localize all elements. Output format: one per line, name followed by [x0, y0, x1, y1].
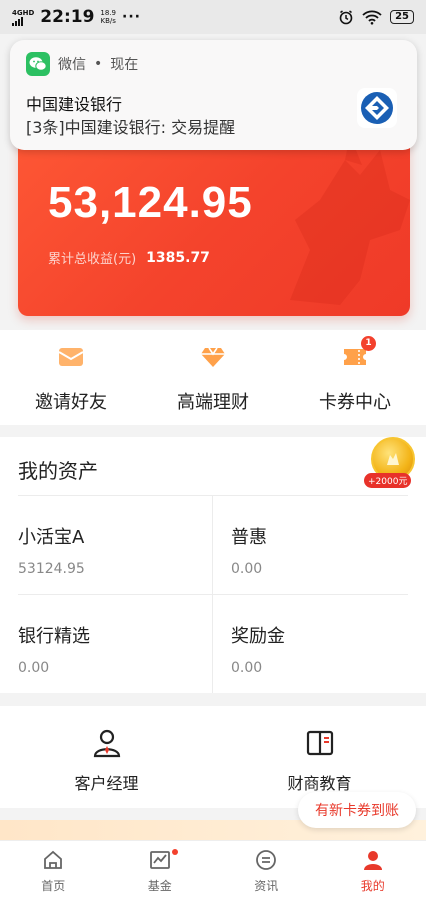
invite-friends-button[interactable]: 邀请好友	[0, 344, 142, 414]
account-manager-label: 客户经理	[74, 774, 139, 793]
asset-reward-fund[interactable]: 奖励金 0.00	[231, 622, 421, 676]
tab-profile[interactable]: 我的	[320, 841, 426, 900]
bottom-tab-bar: 首页 基金 资讯 我的	[0, 840, 426, 900]
divider	[18, 495, 408, 496]
chart-icon	[149, 851, 170, 869]
new-coupon-tooltip[interactable]: 有新卡券到账	[298, 792, 416, 828]
asset-name: 普惠	[231, 527, 267, 548]
network-speed: 18.9 KB/s	[100, 9, 116, 25]
asset-name: 小活宝A	[18, 527, 85, 548]
tab-news[interactable]: 资讯	[213, 841, 320, 900]
tab-news-label: 资讯	[254, 879, 279, 893]
asset-puhui[interactable]: 普惠 0.00	[231, 523, 421, 577]
envelope-icon	[58, 344, 84, 370]
coupon-center-label: 卡券中心	[319, 392, 391, 413]
asset-xiaohuobao[interactable]: 小活宝A 53124.95	[18, 523, 208, 577]
tab-fund-label: 基金	[147, 879, 172, 893]
notification-body: [3条]中国建设银行: 交易提醒	[26, 118, 236, 137]
asset-value: 53124.95	[18, 561, 85, 577]
page: 4GHD 22:19 18.9 KB/s ··· 25 53,124.95 累计…	[0, 0, 426, 900]
tab-home-label: 首页	[41, 879, 66, 893]
wifi-icon	[362, 10, 382, 25]
manager-icon	[93, 729, 120, 758]
status-left: 4GHD 22:19 18.9 KB/s ···	[12, 7, 141, 27]
signal-icon	[12, 16, 23, 26]
reward-coin-button[interactable]: +2000元	[364, 437, 418, 489]
wechat-notification[interactable]: 微信 • 现在 中国建设银行 [3条]中国建设银行: 交易提醒	[10, 40, 417, 150]
divider	[18, 594, 408, 595]
mascot-watermark-icon	[290, 135, 410, 305]
coupon-icon: 1	[342, 336, 376, 370]
clock: 22:19	[40, 7, 95, 27]
wechat-icon	[26, 52, 50, 76]
asset-name: 奖励金	[231, 626, 285, 647]
coin-reward-tag: +2000元	[364, 473, 412, 488]
premium-wealth-label: 高端理财	[177, 392, 249, 413]
asset-value: 0.00	[18, 660, 50, 676]
book-icon	[306, 730, 333, 756]
coupon-center-button[interactable]: 1 卡券中心	[284, 336, 426, 414]
assets-title: 我的资产	[18, 459, 98, 483]
notification-app-name: 微信	[58, 57, 86, 73]
financial-education-button[interactable]: 财商教育	[213, 728, 426, 794]
tab-profile-label: 我的	[360, 879, 385, 893]
battery-indicator: 25	[390, 10, 414, 24]
invite-friends-label: 邀请好友	[35, 392, 107, 413]
notification-separator: •	[94, 56, 103, 72]
tab-fund[interactable]: 基金	[107, 841, 214, 900]
speed-unit: KB/s	[100, 17, 116, 25]
speed-value: 18.9	[100, 9, 117, 17]
alarm-icon	[339, 10, 353, 25]
home-icon	[44, 850, 63, 869]
financial-education-label: 财商教育	[287, 774, 352, 793]
status-right: 25	[338, 9, 414, 25]
more-notifications-icon: ···	[122, 9, 141, 25]
account-manager-button[interactable]: 客户经理	[0, 728, 213, 794]
diamond-icon	[200, 344, 226, 370]
status-bar: 4GHD 22:19 18.9 KB/s ··· 25	[0, 0, 426, 34]
network-label: 4GHD	[12, 8, 35, 17]
profile-icon	[363, 851, 382, 870]
asset-value: 0.00	[231, 660, 263, 676]
earnings-value: 1385.77	[146, 249, 210, 266]
news-icon	[256, 850, 277, 870]
asset-bank-selection[interactable]: 银行精选 0.00	[18, 622, 208, 676]
notification-title: 中国建设银行	[26, 95, 123, 114]
quick-actions: 邀请好友 高端理财 1 卡券中心	[0, 330, 426, 425]
earnings-label: 累计总收益(元)	[48, 252, 137, 267]
tab-home[interactable]: 首页	[0, 841, 107, 900]
total-balance: 53,124.95	[48, 178, 253, 227]
ccb-logo-icon	[357, 88, 397, 128]
fund-notification-dot	[171, 849, 178, 855]
network-indicator: 4GHD	[12, 9, 34, 26]
coupon-badge: 1	[361, 336, 376, 351]
asset-value: 0.00	[231, 561, 263, 577]
premium-wealth-button[interactable]: 高端理财	[142, 344, 284, 414]
notification-header: 微信 • 现在	[26, 52, 138, 76]
my-assets-section: 我的资产 +2000元 小活宝A 53124.95 普惠 0.00 银行精选 0…	[0, 437, 426, 693]
notification-time: 现在	[110, 57, 139, 73]
asset-name: 银行精选	[18, 626, 90, 647]
earnings-row: 累计总收益(元) 1385.77	[48, 248, 210, 268]
